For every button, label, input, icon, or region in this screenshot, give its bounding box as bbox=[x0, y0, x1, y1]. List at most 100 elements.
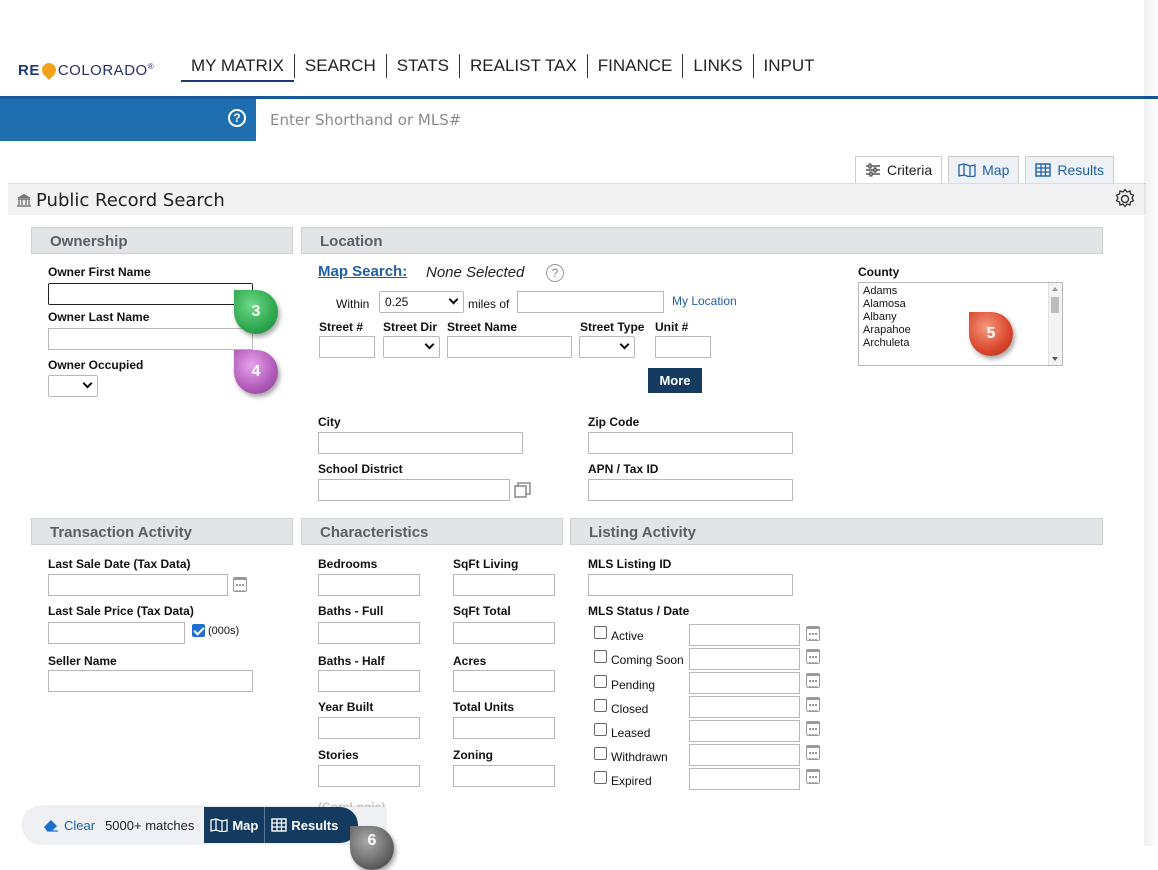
tab-map[interactable]: Map bbox=[948, 156, 1020, 183]
street-name-field[interactable] bbox=[447, 336, 572, 358]
street-type-select[interactable] bbox=[579, 336, 635, 358]
calendar-icon[interactable] bbox=[806, 649, 820, 664]
bottom-action-bar: Clear 5000+ matches Map Results bbox=[23, 807, 385, 843]
mls-listing-id-field[interactable] bbox=[588, 574, 793, 596]
status-checkbox-expired[interactable] bbox=[594, 771, 607, 784]
status-date-field-withdrawn[interactable] bbox=[689, 744, 800, 766]
sqft-total-field[interactable] bbox=[453, 622, 555, 644]
help-icon[interactable]: ? bbox=[228, 109, 246, 127]
last-sale-price-field[interactable] bbox=[48, 622, 185, 644]
mls-listing-id-label: MLS Listing ID bbox=[588, 557, 672, 571]
street-dir-select[interactable] bbox=[383, 336, 440, 358]
menu-stats[interactable]: STATS bbox=[387, 56, 459, 76]
owner-first-name-field[interactable] bbox=[48, 283, 253, 305]
clear-label: Clear bbox=[64, 817, 96, 833]
thousands-checkbox[interactable] bbox=[192, 624, 205, 637]
menu-search[interactable]: SEARCH bbox=[295, 56, 386, 76]
match-count: 5000+ matches bbox=[105, 817, 195, 833]
status-date-field-expired[interactable] bbox=[689, 768, 800, 790]
county-option[interactable]: Alamosa bbox=[863, 298, 1058, 311]
city-field[interactable] bbox=[318, 432, 523, 454]
owner-occupied-select[interactable] bbox=[48, 375, 98, 397]
gear-icon[interactable] bbox=[1114, 188, 1136, 210]
callout-badge-6: 6 bbox=[350, 826, 394, 870]
calendar-icon[interactable] bbox=[806, 745, 820, 760]
school-district-field[interactable] bbox=[318, 479, 510, 501]
baths-full-field[interactable] bbox=[318, 622, 420, 644]
county-option[interactable]: Albany bbox=[863, 311, 1058, 324]
chevron-down-icon bbox=[424, 339, 435, 350]
owner-last-name-label: Owner Last Name bbox=[48, 310, 150, 324]
chevron-down-icon bbox=[448, 294, 459, 305]
results-view-button[interactable]: Results bbox=[265, 807, 359, 843]
school-district-label: School District bbox=[318, 462, 403, 476]
status-date-field-coming-soon[interactable] bbox=[689, 648, 800, 670]
last-sale-date-label: Last Sale Date (Tax Data) bbox=[48, 557, 191, 571]
status-checkbox-coming-soon[interactable] bbox=[594, 650, 607, 663]
tab-criteria[interactable]: Criteria bbox=[855, 156, 943, 183]
more-button[interactable]: More bbox=[648, 368, 702, 393]
seller-name-field[interactable] bbox=[48, 670, 253, 692]
county-listbox[interactable]: Adams Alamosa Albany Arapahoe Archuleta bbox=[858, 282, 1063, 366]
county-option[interactable]: Adams bbox=[863, 285, 1058, 298]
street-number-field[interactable] bbox=[319, 336, 375, 358]
address-anchor-field[interactable] bbox=[517, 291, 664, 313]
calendar-icon[interactable] bbox=[233, 577, 247, 592]
tab-results-label: Results bbox=[1057, 162, 1105, 178]
county-option[interactable]: Archuleta bbox=[863, 337, 1058, 350]
my-location-link[interactable]: My Location bbox=[672, 294, 737, 308]
shorthand-search-input[interactable] bbox=[256, 99, 1158, 141]
map-search-help-icon[interactable]: ? bbox=[546, 264, 564, 282]
clear-button[interactable]: Clear bbox=[43, 818, 95, 833]
menu-my-matrix[interactable]: MY MATRIX bbox=[181, 56, 294, 82]
year-built-field[interactable] bbox=[318, 717, 420, 739]
total-units-field[interactable] bbox=[453, 717, 555, 739]
map-search-link[interactable]: Map Search: bbox=[318, 263, 407, 280]
owner-last-name-field[interactable] bbox=[48, 328, 253, 350]
map-view-button[interactable]: Map bbox=[204, 807, 266, 843]
unit-number-field[interactable] bbox=[655, 336, 711, 358]
status-date-field-leased[interactable] bbox=[689, 720, 800, 742]
courthouse-icon bbox=[17, 194, 31, 207]
zip-code-field[interactable] bbox=[588, 432, 793, 454]
status-label-expired: Expired bbox=[611, 774, 652, 788]
baths-half-field[interactable] bbox=[318, 670, 420, 692]
county-option[interactable]: Arapahoe bbox=[863, 324, 1058, 337]
street-number-label: Street # bbox=[319, 320, 364, 334]
menu-finance[interactable]: FINANCE bbox=[588, 56, 683, 76]
status-checkbox-closed[interactable] bbox=[594, 699, 607, 712]
menu-realist-tax[interactable]: REALIST TAX bbox=[460, 56, 587, 76]
miles-of-label: miles of bbox=[468, 297, 510, 311]
callout-badge-3: 3 bbox=[234, 290, 278, 334]
calendar-icon[interactable] bbox=[806, 673, 820, 688]
calendar-icon[interactable] bbox=[806, 721, 820, 736]
status-checkbox-withdrawn[interactable] bbox=[594, 747, 607, 760]
baths-half-label: Baths - Half bbox=[318, 654, 385, 668]
recolorado-logo[interactable]: RE COLORADO® bbox=[18, 60, 154, 80]
calendar-icon[interactable] bbox=[806, 697, 820, 712]
sqft-living-field[interactable] bbox=[453, 574, 555, 596]
apn-tax-id-field[interactable] bbox=[588, 479, 793, 501]
owner-first-name-label: Owner First Name bbox=[48, 265, 151, 279]
county-scrollbar[interactable] bbox=[1048, 283, 1062, 365]
stories-field[interactable] bbox=[318, 765, 420, 787]
menu-input[interactable]: INPUT bbox=[754, 56, 825, 76]
last-sale-date-field[interactable] bbox=[48, 574, 228, 596]
calendar-icon[interactable] bbox=[806, 626, 820, 641]
calendar-icon[interactable] bbox=[806, 769, 820, 784]
status-checkbox-pending[interactable] bbox=[594, 675, 607, 688]
tab-results[interactable]: Results bbox=[1025, 156, 1115, 183]
radius-select[interactable]: 0.25 bbox=[379, 291, 464, 313]
status-date-field-closed[interactable] bbox=[689, 696, 800, 718]
status-checkbox-leased[interactable] bbox=[594, 723, 607, 736]
popup-picker-icon[interactable] bbox=[514, 481, 532, 499]
menu-links[interactable]: LINKS bbox=[683, 56, 752, 76]
tab-map-label: Map bbox=[982, 162, 1010, 178]
status-date-field-pending[interactable] bbox=[689, 672, 800, 694]
status-checkbox-active[interactable] bbox=[594, 626, 607, 639]
street-type-label: Street Type bbox=[580, 320, 645, 334]
acres-field[interactable] bbox=[453, 670, 555, 692]
zoning-field[interactable] bbox=[453, 765, 555, 787]
bedrooms-field[interactable] bbox=[318, 574, 420, 596]
status-date-field-active[interactable] bbox=[689, 624, 800, 646]
